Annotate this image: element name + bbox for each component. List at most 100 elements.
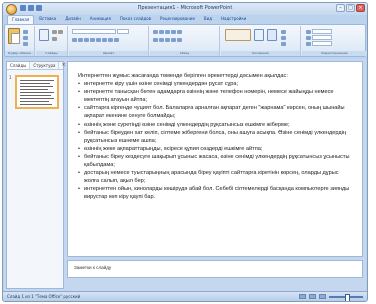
shape-fill-icon[interactable] [281,29,286,34]
slide-intro-text[interactable]: Интернеттен жұмыс жасағанда төменде бері… [78,72,352,80]
slides-pane: Слайды Структура × 1 [6,61,66,289]
thumb-line [20,101,49,102]
tab-outline[interactable]: Структура [30,62,60,69]
maximize-button[interactable]: □ [346,4,355,12]
close-button[interactable]: × [356,4,365,12]
thumb-line [20,98,54,99]
align-center-icon[interactable] [159,37,164,42]
cut-icon[interactable] [23,29,28,34]
slide-bullet[interactable]: интернетте кіру үшін өзіне сенімді үлкен… [78,80,352,88]
font-group: Шрифт [69,26,149,56]
editing-group: Редактирование [302,26,367,56]
format-painter-icon[interactable] [23,41,28,46]
tab-insert[interactable]: Вставка [35,15,60,24]
find-label-box [312,29,332,34]
status-bar: Слайд 1 из 1 "Тема Office" русский [3,291,367,301]
slide-bullet[interactable]: сайттарға кіргенде чуцият бол. Балаларға… [78,104,352,120]
tab-home[interactable]: Главная [7,15,35,24]
align-left-icon[interactable] [153,37,158,42]
thumb-line [20,95,51,96]
quick-styles-icon[interactable] [267,29,277,41]
tab-review[interactable]: Рецензирование [156,15,199,24]
thumb-line [20,92,54,93]
bullets-icon[interactable] [153,29,158,34]
arrange-icon[interactable] [254,29,264,41]
shape-effects-icon[interactable] [281,41,286,46]
columns-icon[interactable] [177,37,182,42]
slide-thumbnail[interactable] [15,75,59,109]
format-painter-row [23,41,28,46]
minimize-button[interactable]: – [336,4,345,12]
shape-outline-icon[interactable] [281,35,286,40]
find-row [306,29,332,34]
select-icon[interactable] [306,41,311,46]
status-text: Слайд 1 из 1 "Тема Office" русский [7,294,81,299]
find-icon[interactable] [306,29,311,34]
copy-row [23,35,28,40]
font-select-row [72,29,129,34]
strikethrough-icon[interactable] [90,37,95,42]
layout-icon[interactable] [52,29,57,34]
font-color-icon[interactable] [114,37,119,42]
layout-row [52,29,63,34]
paragraph-row-1 [153,29,182,34]
slide-bullet[interactable]: бейтаныс біреуден хат келіп, сілтеме жіб… [78,129,352,145]
shape-fill-row [281,29,286,34]
tab-design[interactable]: Дизайн [61,15,85,24]
group-label-paragraph: Абзац [150,51,219,56]
notes-pane[interactable]: Заметки к слайду [67,260,363,278]
tab-addins[interactable]: Надстройки [217,15,250,24]
slide-sorter-icon[interactable] [309,294,316,299]
line-spacing-icon[interactable] [177,29,182,34]
delete-slide-icon[interactable] [52,36,57,41]
increase-indent-icon[interactable] [171,29,176,34]
copy-icon[interactable] [23,35,28,40]
slide-bullet[interactable]: интернетте танысқан бөтен адамдарға өзін… [78,88,352,104]
italic-icon[interactable] [78,37,83,42]
group-label-font: Шрифт [69,51,148,56]
tab-animations[interactable]: Анимация [86,15,115,24]
tab-view[interactable]: Вид [200,15,216,24]
decrease-indent-icon[interactable] [165,29,170,34]
select-row [306,41,332,46]
normal-view-icon[interactable] [299,294,306,299]
slide-bullet[interactable]: достарың немесе туыстарыңның арасында бі… [78,169,352,185]
slide-bullet[interactable]: бейтаныс біреу кездесуге шақырып ұсыныс … [78,153,352,169]
tab-slide-show[interactable]: Показ слайдов [116,15,155,24]
numbering-icon[interactable] [159,29,164,34]
window-title: Презентация1 - Microsoft PowerPoint [137,5,233,11]
thumb-line [20,89,48,90]
align-right-icon[interactable] [165,37,170,42]
justify-icon[interactable] [171,37,176,42]
slide-thumbnail-number: 1 [9,75,12,80]
zoom-slider[interactable] [329,293,363,301]
slide-bullet[interactable]: интернеттен ойын, киноларды көшірудә аба… [78,185,352,201]
tab-slides[interactable]: Слайды [7,62,31,69]
font-size-select[interactable] [117,29,129,34]
thumb-line [20,104,52,105]
shadow-icon[interactable] [96,37,101,42]
underline-icon[interactable] [84,37,89,42]
font-name-select[interactable] [72,29,116,34]
view-controls [299,293,363,301]
title-bar: Презентация1 - Microsoft PowerPoint – □ … [3,3,367,15]
slide-canvas[interactable]: Интернеттен жұмыс жасағанда төменде бері… [67,61,363,257]
slide-bullet[interactable]: өзіннің жеке ақпараттарыңды, әсіресе құп… [78,145,352,153]
slide-bullet[interactable]: өзіннің және суретіңді өзіне сенімді үлк… [78,121,352,129]
shapes-gallery-icon[interactable] [225,29,251,41]
paragraph-group: Абзац [150,26,220,56]
clipboard-group: Буфер обмена [5,26,35,56]
slide-show-icon[interactable] [319,294,326,299]
paste-icon[interactable] [8,28,20,44]
workspace: Слайды Структура × 1 Интернеттен жұмыс ж… [4,59,366,291]
drawing-group: Рисование [221,26,301,56]
replace-icon[interactable] [306,35,311,40]
reset-icon[interactable] [58,29,63,34]
shape-outline-row [281,35,286,40]
group-label-drawing: Рисование [221,51,300,56]
new-slide-icon[interactable] [39,29,49,41]
spacing-icon[interactable] [102,37,107,42]
font-format-row [72,37,119,42]
case-icon[interactable] [108,37,113,42]
bold-icon[interactable] [72,37,77,42]
